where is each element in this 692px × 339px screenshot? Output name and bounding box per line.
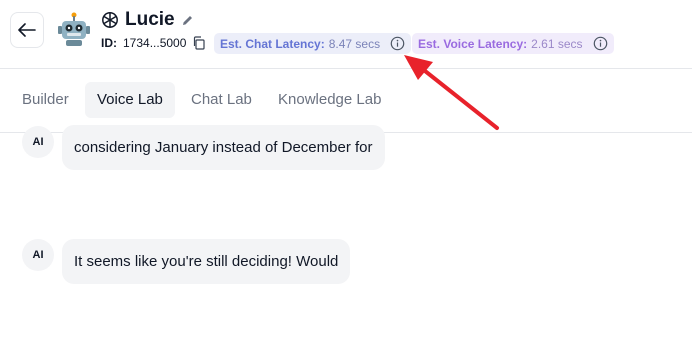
ai-avatar: AI [22,239,54,271]
tab-chat-lab[interactable]: Chat Lab [179,82,264,118]
chat-latency-value: 8.47 secs [328,36,381,51]
agent-name-row: Lucie [101,9,194,31]
id-label: ID: [101,36,117,50]
arrow-left-icon [18,23,36,37]
robot-icon [58,12,90,46]
openai-icon [102,12,118,28]
chat-latency-badge: Est. Chat Latency: 8.47 secs [214,33,412,54]
agent-id-value: 1734...5000 [123,36,187,50]
tab-voice-lab[interactable]: Voice Lab [85,82,175,118]
ai-avatar: AI [22,126,54,158]
agent-name: Lucie [125,9,175,30]
tab-knowledge-lab[interactable]: Knowledge Lab [266,82,393,118]
voice-latency-value: 2.61 secs [531,36,583,51]
copy-icon[interactable] [192,36,206,50]
lab-tabs: Builder Voice Lab Chat Lab Knowledge Lab [0,69,692,133]
voice-latency-badge: Est. Voice Latency: 2.61 secs [412,33,614,54]
pencil-icon[interactable] [181,14,194,27]
back-button[interactable] [10,12,44,48]
agent-header: Lucie ID: 1734...5000 Est. Chat Latency:… [0,0,692,69]
agent-id-row: ID: 1734...5000 [101,36,206,50]
ai-message-bubble: considering January instead of December … [62,125,385,170]
tab-builder[interactable]: Builder [10,82,81,118]
voice-latency-label: Est. Voice Latency: [418,36,528,51]
chat-latency-label: Est. Chat Latency: [220,36,325,51]
info-icon[interactable] [593,36,608,51]
ai-message-bubble: It seems like you're still deciding! Wou… [62,239,351,284]
info-icon[interactable] [390,36,405,51]
